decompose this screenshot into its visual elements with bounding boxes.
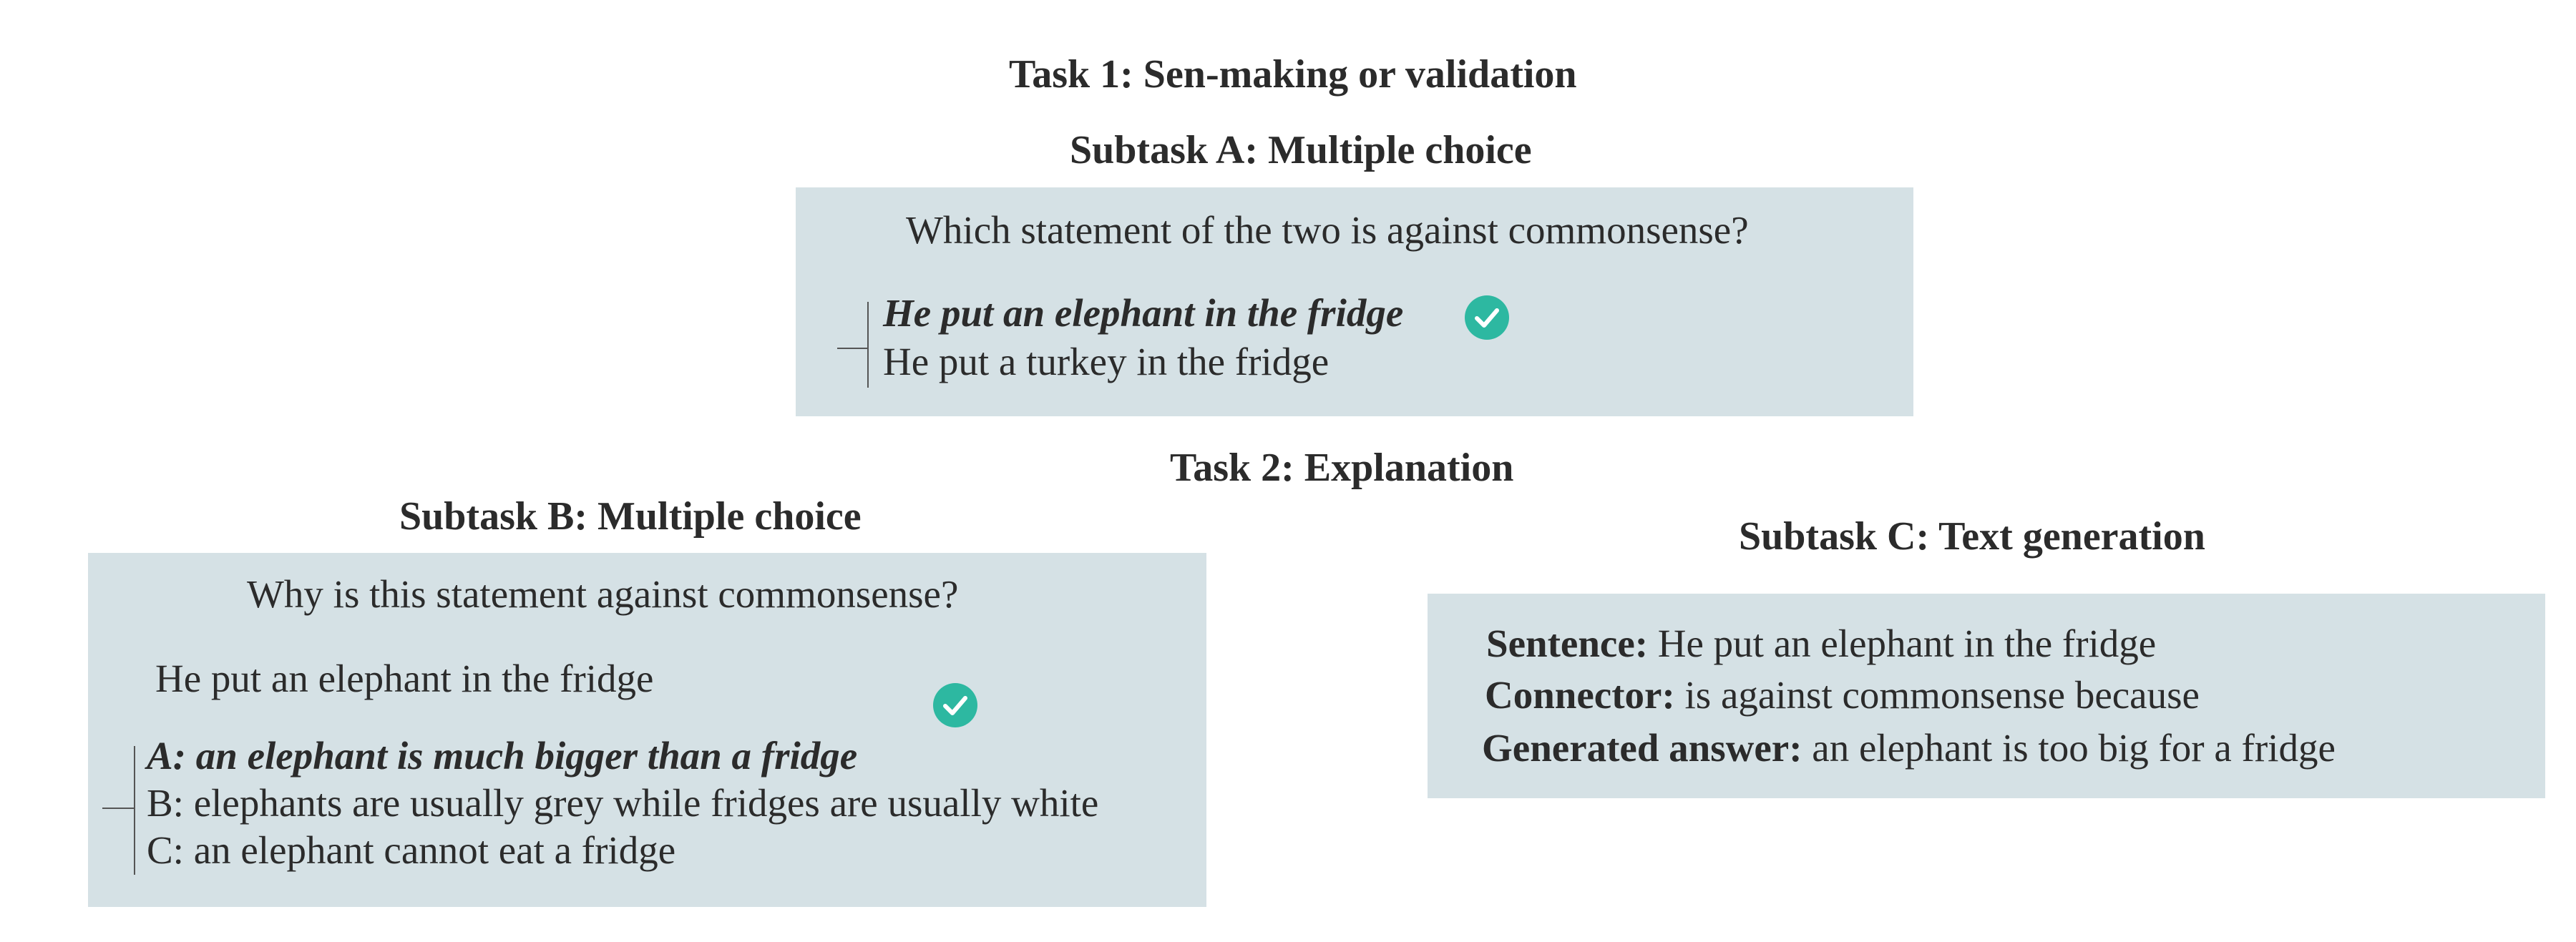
answer-label: Generated answer:: [1482, 726, 1802, 770]
subtask-c-answer: Generated answer: an elephant is too big…: [1482, 725, 2336, 770]
subtask-a-title: Subtask A: Multiple choice: [1070, 128, 1532, 172]
subtask-b-question: Why is this statement against commonsens…: [247, 572, 959, 616]
subtask-a-question: Which statement of the two is against co…: [906, 208, 1749, 252]
subtask-b-option-b: B: elephants are usually grey while frid…: [147, 781, 1099, 825]
check-circle-icon: [1465, 295, 1509, 340]
subtask-a-bracket: [867, 302, 869, 388]
connector-value: is against commonsense because: [1674, 673, 2200, 717]
subtask-a-option-2: He put a turkey in the fridge: [883, 340, 1330, 383]
subtask-b-box: Why is this statement against commonsens…: [88, 553, 1206, 907]
check-circle-icon: [933, 683, 977, 727]
subtask-a-bracket-tick: [837, 348, 867, 349]
subtask-b-bracket-tick: [102, 808, 134, 809]
subtask-c-connector: Connector: is against commonsense becaus…: [1485, 672, 2200, 717]
task1-title: Task 1: Sen-making or validation: [1009, 52, 1577, 97]
subtask-c-sentence: Sentence: He put an elephant in the frid…: [1486, 621, 2156, 666]
subtask-a-box: Which statement of the two is against co…: [796, 187, 1913, 416]
answer-value: an elephant is too big for a fridge: [1802, 726, 2336, 770]
subtask-b-title: Subtask B: Multiple choice: [399, 494, 862, 539]
task2-title: Task 2: Explanation: [1170, 446, 1514, 490]
sentence-label: Sentence:: [1486, 622, 1649, 665]
subtask-a-option-1: He put an elephant in the fridge: [883, 291, 1404, 335]
sentence-value: He put an elephant in the fridge: [1648, 622, 2157, 665]
subtask-c-title: Subtask C: Text generation: [1739, 514, 2205, 559]
connector-label: Connector:: [1485, 673, 1675, 717]
subtask-b-option-a: A: an elephant is much bigger than a fri…: [147, 734, 858, 777]
subtask-b-bracket: [134, 746, 135, 875]
subtask-b-statement: He put an elephant in the fridge: [155, 657, 654, 700]
subtask-b-option-c: C: an elephant cannot eat a fridge: [147, 828, 676, 872]
subtask-c-box: Sentence: He put an elephant in the frid…: [1428, 594, 2545, 798]
